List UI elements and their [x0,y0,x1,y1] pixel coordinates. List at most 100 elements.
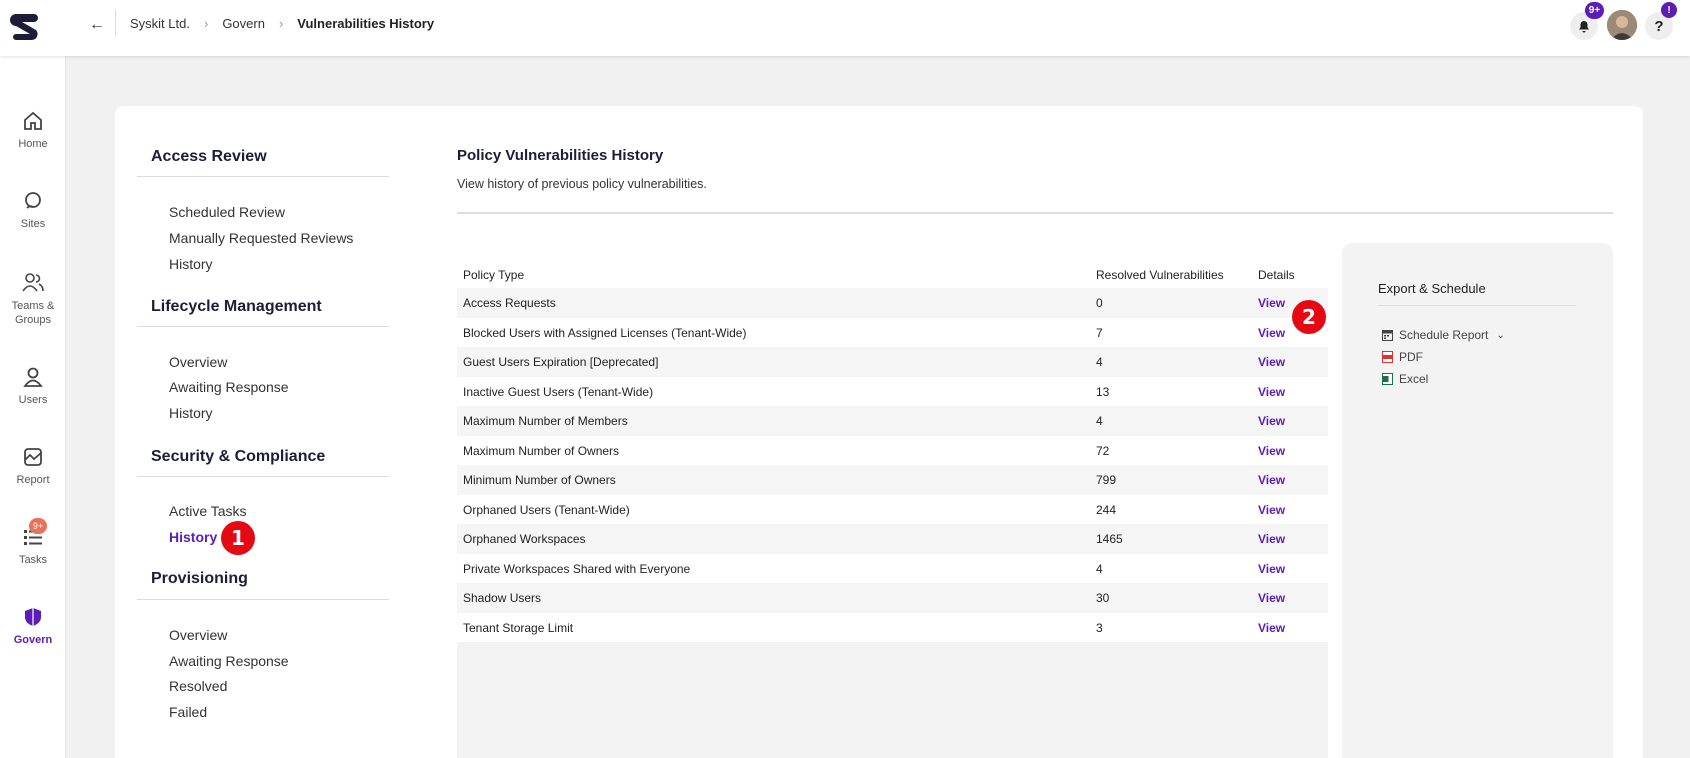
policy-type-cell: Blocked Users with Assigned Licenses (Te… [463,325,747,340]
sub-item-manually-requested-reviews[interactable]: Manually Requested Reviews [169,230,353,246]
notifications-badge: 9+ [1585,2,1604,19]
view-details-link[interactable]: View [1258,296,1285,310]
table-row: Maximum Number of Members 4 View [457,406,1328,436]
export-divider [1378,305,1576,306]
annotation-marker-1: 1 [221,521,255,555]
view-details-link[interactable]: View [1258,444,1285,458]
resolved-count-cell: 72 [1096,443,1110,458]
breadcrumb-item-govern[interactable]: Govern [222,16,265,31]
sub-item-lifecycle-awaiting-response[interactable]: Awaiting Response [169,379,289,395]
resolved-count-cell: 1465 [1096,532,1123,546]
nav-label-report: Report [16,474,50,486]
section-divider [137,176,389,177]
back-arrow-icon[interactable]: ← [86,14,108,36]
view-details-link[interactable]: View [1258,591,1285,605]
excel-label: Excel [1399,372,1429,386]
top-bar: ← Syskit Ltd. › Govern › Vulnerabilities… [0,0,1690,56]
view-details-link[interactable]: View [1258,621,1285,635]
sub-item-scheduled-review[interactable]: Scheduled Review [169,204,285,220]
nav-label-home: Home [18,138,48,150]
pdf-file-icon [1382,351,1393,363]
resolved-count-cell: 4 [1096,355,1103,369]
table-row: Access Requests 0 View [457,288,1328,318]
vulnerabilities-table: Policy Type Resolved Vulnerabilities Det… [457,259,1328,758]
left-nav: Home Sites Teams & Groups Users Report T… [0,56,66,758]
table-row: Minimum Number of Owners 799 View [457,465,1328,495]
view-details-link[interactable]: View [1258,532,1285,546]
section-divider [137,599,389,600]
column-header-details: Details [1258,268,1295,282]
user-icon [23,367,43,387]
section-divider [137,476,389,477]
breadcrumb-item-tenant[interactable]: Syskit Ltd. [130,16,190,31]
nav-item-report[interactable]: Report [0,446,66,486]
resolved-count-cell: 13 [1096,384,1110,399]
nav-item-govern[interactable]: Govern [0,606,66,646]
calendar-icon [1382,330,1393,341]
section-title-security-compliance: Security & Compliance [151,448,326,465]
breadcrumb-separator-icon: › [278,16,284,31]
sub-item-provisioning-overview[interactable]: Overview [169,627,227,643]
view-details-link[interactable]: View [1258,562,1285,576]
sub-item-lifecycle-overview[interactable]: Overview [169,354,227,370]
table-row: Shadow Users 30 View [457,583,1328,613]
breadcrumb-separator-icon: › [203,16,209,31]
table-row: Blocked Users with Assigned Licenses (Te… [457,317,1328,347]
table-row: Inactive Guest Users (Tenant-Wide) 13 View [457,376,1328,406]
nav-item-users[interactable]: Users [0,366,66,406]
home-icon [24,111,42,130]
table-row: Orphaned Workspaces 1465 View [457,524,1328,554]
export-excel-button[interactable]: Excel [1382,372,1428,386]
view-details-link[interactable]: View [1258,503,1285,517]
resolved-count-cell: 7 [1096,325,1103,340]
export-pdf-button[interactable]: PDF [1382,350,1423,364]
divider [115,10,116,36]
sub-item-access-review-history[interactable]: History [169,256,213,272]
section-title-provisioning: Provisioning [151,570,248,587]
annotation-marker-2: 2 [1292,300,1326,334]
breadcrumb: Syskit Ltd. › Govern › Vulnerabilities H… [130,16,434,31]
table-row: Guest Users Expiration [Deprecated] 4 View [457,347,1328,377]
help-badge: ! [1661,2,1677,18]
policy-type-cell: Orphaned Users (Tenant-Wide) [463,502,630,517]
policy-type-cell: Guest Users Expiration [Deprecated] [463,355,659,369]
resolved-count-cell: 3 [1096,620,1103,635]
sub-item-lifecycle-history[interactable]: History [169,405,213,421]
view-details-link[interactable]: View [1258,326,1285,340]
nav-item-teams-groups[interactable]: Teams & Groups [0,271,66,327]
view-details-link[interactable]: View [1258,414,1285,428]
nav-label-tasks: Tasks [18,554,48,566]
column-header-resolved-vulnerabilities[interactable]: Resolved Vulnerabilities [1096,268,1224,282]
excel-file-icon [1382,373,1393,385]
shield-icon [25,608,41,626]
sub-item-provisioning-failed[interactable]: Failed [169,704,207,720]
report-icon [24,448,42,466]
policy-type-cell: Inactive Guest Users (Tenant-Wide) [463,384,654,399]
view-details-link[interactable]: View [1258,355,1285,369]
policy-type-cell: Orphaned Workspaces [463,532,586,546]
policy-type-cell: Minimum Number of Owners [463,473,616,487]
nav-item-home[interactable]: Home [0,110,66,150]
sub-item-security-history[interactable]: History [169,529,217,545]
view-details-link[interactable]: View [1258,385,1285,399]
tasks-badge: 9+ [29,518,47,534]
syskit-logo-icon[interactable] [10,10,42,42]
table-row: Tenant Storage Limit 3 View [457,612,1328,642]
sub-item-provisioning-awaiting-response[interactable]: Awaiting Response [169,653,289,669]
nav-item-sites[interactable]: Sites [0,190,66,230]
table-row: Orphaned Users (Tenant-Wide) 244 View [457,494,1328,524]
user-photo-icon [1607,10,1637,40]
section-title-lifecycle-management: Lifecycle Management [151,298,322,315]
schedule-report-label: Schedule Report [1399,328,1489,342]
sub-item-provisioning-resolved[interactable]: Resolved [169,678,227,694]
view-details-link[interactable]: View [1258,473,1285,487]
column-header-policy-type[interactable]: Policy Type [463,268,524,282]
resolved-count-cell: 799 [1096,473,1117,487]
resolved-count-cell: 4 [1096,561,1103,576]
breadcrumb-current: Vulnerabilities History [297,16,435,31]
schedule-report-button[interactable]: Schedule Report ⌄ [1382,328,1505,342]
sub-item-active-tasks[interactable]: Active Tasks [169,503,247,519]
avatar[interactable] [1607,10,1637,40]
nav-item-tasks[interactable]: Tasks 9+ [0,518,66,566]
table-row: Private Workspaces Shared with Everyone 4… [457,553,1328,583]
